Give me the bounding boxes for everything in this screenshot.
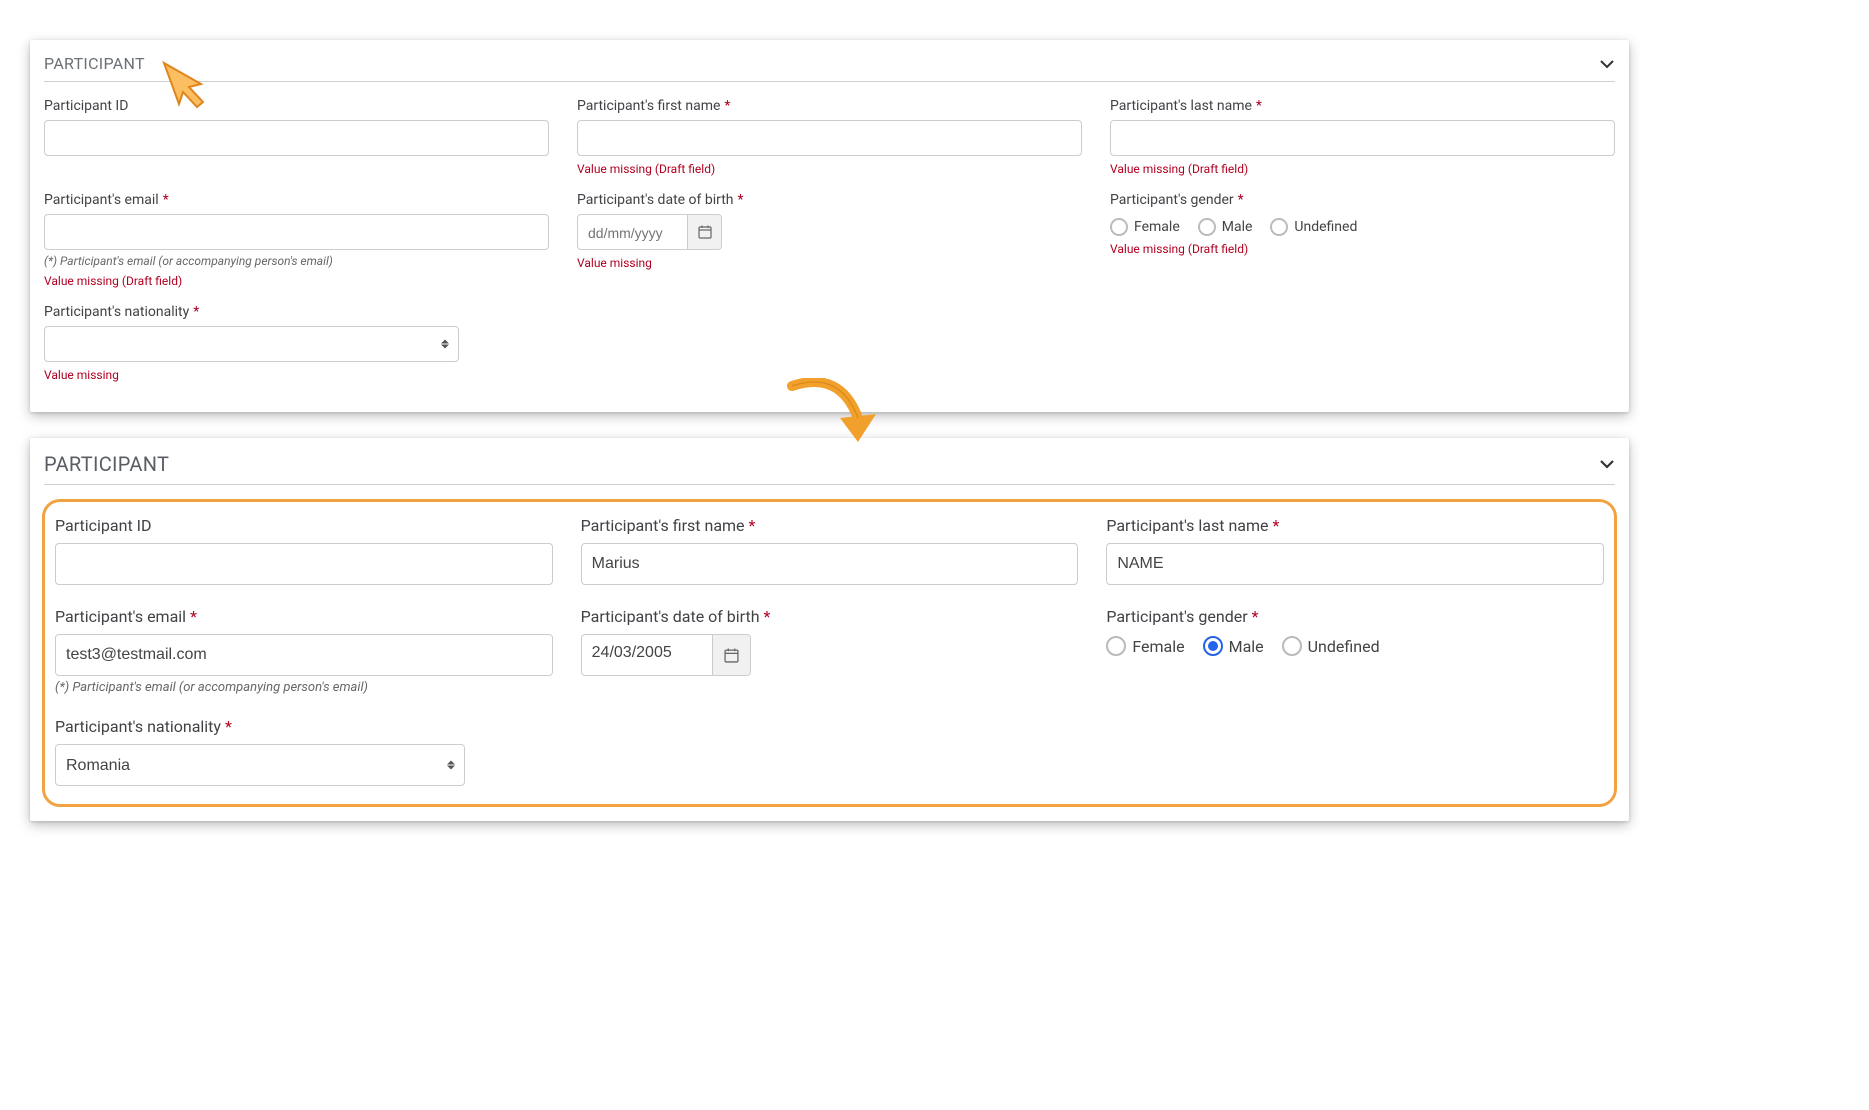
calendar-button[interactable] bbox=[687, 215, 721, 249]
dob-field: Participant's date of birth* Value missi… bbox=[577, 192, 1082, 288]
radio-icon bbox=[1203, 636, 1223, 656]
first-name-label: Participant's first name* bbox=[577, 98, 1082, 114]
panel-title: PARTICIPANT bbox=[44, 54, 145, 73]
radio-icon bbox=[1198, 218, 1216, 236]
gender-radio-male[interactable]: Male bbox=[1198, 218, 1253, 236]
first-name-input[interactable] bbox=[577, 120, 1082, 156]
email-input[interactable] bbox=[44, 214, 549, 250]
first-name-label: Participant's first name* bbox=[581, 516, 1079, 535]
participant-id-label: Participant ID bbox=[55, 516, 553, 535]
first-name-error: Value missing (Draft field) bbox=[577, 162, 1082, 176]
participant-id-field: Participant ID bbox=[44, 98, 549, 176]
gender-radio-undefined[interactable]: Undefined bbox=[1282, 636, 1380, 656]
calendar-icon bbox=[698, 225, 712, 239]
nationality-label: Participant's nationality* bbox=[55, 717, 553, 736]
required-star: * bbox=[724, 98, 730, 114]
first-name-field: Participant's first name* Value missing … bbox=[577, 98, 1082, 176]
chevron-down-icon bbox=[1599, 56, 1615, 72]
gender-radio-group: Female Male Undefined bbox=[1106, 634, 1604, 656]
chevron-down-icon bbox=[1599, 456, 1615, 472]
last-name-field: Participant's last name* Value missing (… bbox=[1110, 98, 1615, 176]
email-label: Participant's email* bbox=[55, 607, 553, 626]
gender-field: Participant's gender* Female Male Undefi… bbox=[1110, 192, 1615, 288]
nationality-error: Value missing bbox=[44, 368, 549, 382]
radio-icon bbox=[1270, 218, 1288, 236]
participant-panel-empty: PARTICIPANT Participant ID Participant's… bbox=[30, 40, 1629, 412]
nationality-select[interactable] bbox=[44, 326, 459, 362]
dob-label: Participant's date of birth* bbox=[581, 607, 1079, 626]
required-star: * bbox=[190, 607, 197, 626]
radio-icon bbox=[1110, 218, 1128, 236]
email-hint: (*) Participant's email (or accompanying… bbox=[55, 680, 553, 695]
participant-id-label: Participant ID bbox=[44, 98, 549, 114]
email-input[interactable] bbox=[55, 634, 553, 676]
gender-radio-female[interactable]: Female bbox=[1106, 636, 1184, 656]
nationality-select[interactable]: Romania bbox=[55, 744, 465, 786]
last-name-field: Participant's last name* bbox=[1106, 516, 1604, 585]
required-star: * bbox=[193, 304, 199, 320]
required-star: * bbox=[1256, 98, 1262, 114]
nationality-label: Participant's nationality* bbox=[44, 304, 549, 320]
panel-header[interactable]: PARTICIPANT bbox=[44, 54, 1615, 82]
gender-radio-undefined[interactable]: Undefined bbox=[1270, 218, 1357, 236]
first-name-field: Participant's first name* bbox=[581, 516, 1079, 585]
dob-input-group bbox=[581, 634, 751, 676]
dob-label: Participant's date of birth* bbox=[577, 192, 1082, 208]
email-field: Participant's email* (*) Participant's e… bbox=[44, 192, 549, 288]
required-star: * bbox=[1252, 607, 1259, 626]
email-label: Participant's email* bbox=[44, 192, 549, 208]
last-name-label: Participant's last name* bbox=[1106, 516, 1604, 535]
email-error: Value missing (Draft field) bbox=[44, 274, 549, 288]
gender-field: Participant's gender* Female Male Undefi… bbox=[1106, 607, 1604, 695]
email-hint: (*) Participant's email (or accompanying… bbox=[44, 254, 549, 268]
highlight-annotation-box: Participant ID Participant's first name*… bbox=[42, 499, 1617, 807]
gender-label: Participant's gender* bbox=[1110, 192, 1615, 208]
last-name-error: Value missing (Draft field) bbox=[1110, 162, 1615, 176]
gender-label: Participant's gender* bbox=[1106, 607, 1604, 626]
last-name-input[interactable] bbox=[1110, 120, 1615, 156]
participant-id-input[interactable] bbox=[44, 120, 549, 156]
nationality-field: Participant's nationality* Value missing bbox=[44, 304, 549, 382]
participant-panel-filled: PARTICIPANT Participant ID Participant's… bbox=[30, 438, 1629, 821]
gender-error: Value missing (Draft field) bbox=[1110, 242, 1615, 256]
required-star: * bbox=[749, 516, 756, 535]
dob-input[interactable] bbox=[582, 635, 712, 671]
panel-header[interactable]: PARTICIPANT bbox=[44, 452, 1615, 485]
dob-field: Participant's date of birth* bbox=[581, 607, 1079, 695]
radio-icon bbox=[1282, 636, 1302, 656]
email-field: Participant's email* (*) Participant's e… bbox=[55, 607, 553, 695]
participant-id-input[interactable] bbox=[55, 543, 553, 585]
radio-icon bbox=[1106, 636, 1126, 656]
dob-input[interactable] bbox=[578, 215, 687, 251]
gender-radio-male[interactable]: Male bbox=[1203, 636, 1264, 656]
required-star: * bbox=[764, 607, 771, 626]
required-star: * bbox=[225, 717, 232, 736]
dob-error: Value missing bbox=[577, 256, 1082, 270]
first-name-input[interactable] bbox=[581, 543, 1079, 585]
required-star: * bbox=[163, 192, 169, 208]
annotation-pointer-arrow-icon bbox=[161, 60, 211, 110]
gender-radio-group: Female Male Undefined bbox=[1110, 214, 1615, 236]
nationality-field: Participant's nationality* Romania bbox=[55, 717, 553, 786]
required-star: * bbox=[1238, 192, 1244, 208]
calendar-button[interactable] bbox=[712, 635, 750, 675]
dob-input-group bbox=[577, 214, 722, 250]
panel-title: PARTICIPANT bbox=[44, 452, 169, 476]
calendar-icon bbox=[724, 648, 739, 663]
last-name-label: Participant's last name* bbox=[1110, 98, 1615, 114]
participant-id-field: Participant ID bbox=[55, 516, 553, 585]
required-star: * bbox=[1273, 516, 1280, 535]
last-name-input[interactable] bbox=[1106, 543, 1604, 585]
gender-radio-female[interactable]: Female bbox=[1110, 218, 1180, 236]
annotation-curved-arrow-icon bbox=[780, 378, 880, 450]
required-star: * bbox=[738, 192, 744, 208]
